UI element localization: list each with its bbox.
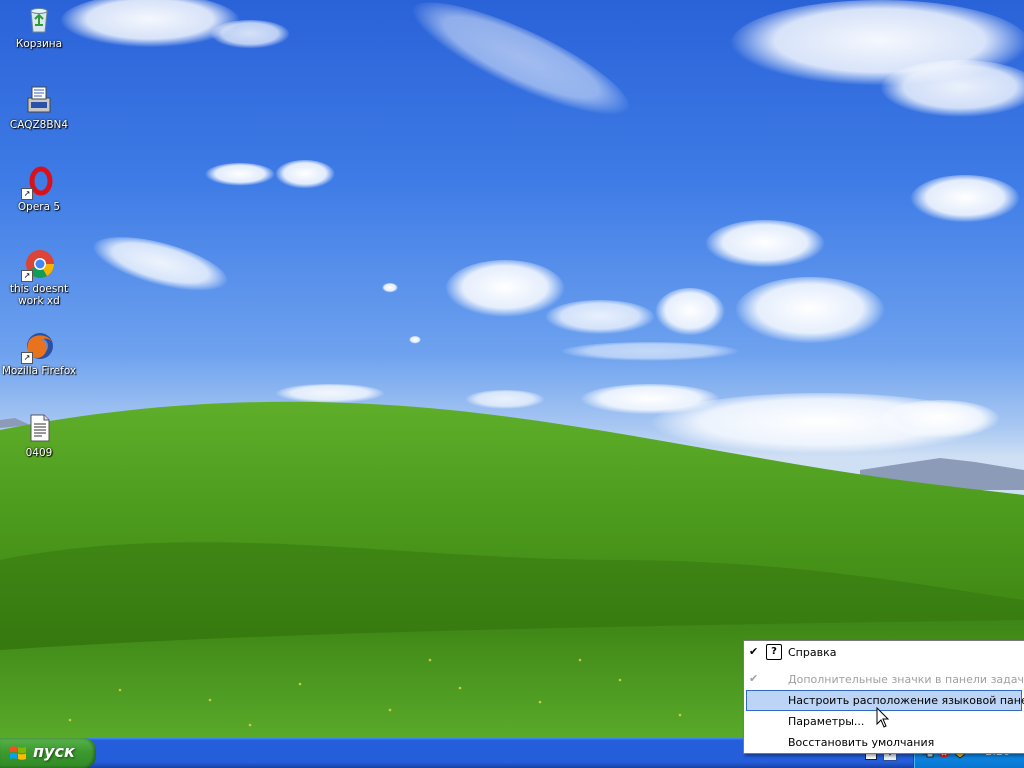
chrome-icon: ↗ — [21, 248, 55, 282]
menu-item-label: Восстановить умолчания — [788, 736, 935, 749]
firefox-icon: ↗ — [21, 330, 55, 364]
menu-item-additional-icons[interactable]: ✔ Дополнительные значки в панели задач — [746, 669, 1024, 690]
menu-item-restore-defaults[interactable]: Восстановить умолчания — [746, 732, 1022, 753]
bliss-landscape — [0, 0, 1024, 738]
shortcut-arrow-icon: ↗ — [21, 270, 33, 282]
desktop-icon-chrome[interactable]: ↗ this doesnt work xd — [1, 248, 77, 307]
desktop-icon-0409[interactable]: 0409 — [1, 412, 77, 459]
desktop-icon-firefox[interactable]: ↗ Mozilla Firefox — [1, 330, 77, 377]
help-icon: ? — [766, 644, 782, 660]
desktop-icon-label: CAQZ8BN4 — [9, 119, 69, 131]
menu-item-label: Дополнительные значки в панели задач — [788, 673, 1024, 686]
desktop-icon-caqz8bn4[interactable]: CAQZ8BN4 — [1, 84, 77, 131]
desktop-icon-opera[interactable]: ↗ Opera 5 — [1, 166, 77, 213]
desktop-icon-label: Opera 5 — [17, 201, 61, 213]
desktop-icon-label: Mozilla Firefox — [1, 365, 77, 377]
start-button[interactable]: пуск — [0, 738, 96, 768]
desktop-icon-recycle-bin[interactable]: Корзина — [1, 3, 77, 50]
menu-item-label: Справка — [788, 646, 837, 659]
menu-item-label: Настроить расположение языковой панели — [788, 694, 1024, 707]
checkmark-icon: ✔ — [749, 672, 759, 685]
desktop-icon-label: this doesnt work xd — [9, 283, 69, 307]
shortcut-arrow-icon: ↗ — [21, 188, 33, 200]
desktop-icon-label: Корзина — [15, 38, 63, 50]
desktop-icon-label: 0409 — [25, 447, 53, 459]
start-label: пуск — [33, 742, 75, 761]
shortcut-arrow-icon: ↗ — [21, 352, 33, 364]
menu-item-label: Параметры... — [788, 715, 865, 728]
mouse-cursor-icon — [876, 707, 890, 728]
checkmark-icon: ✔ — [749, 645, 759, 658]
windows-flag-icon — [10, 746, 26, 760]
opera-icon: ↗ — [21, 166, 55, 200]
recycle-bin-icon — [23, 3, 55, 35]
installer-icon — [23, 84, 55, 116]
text-document-icon — [23, 412, 55, 444]
desktop-wallpaper — [0, 0, 1024, 738]
language-bar-context-menu: ✔ ? Справка ✔ Дополнительные значки в па… — [743, 640, 1024, 754]
menu-item-help[interactable]: ✔ ? Справка — [746, 642, 1022, 663]
